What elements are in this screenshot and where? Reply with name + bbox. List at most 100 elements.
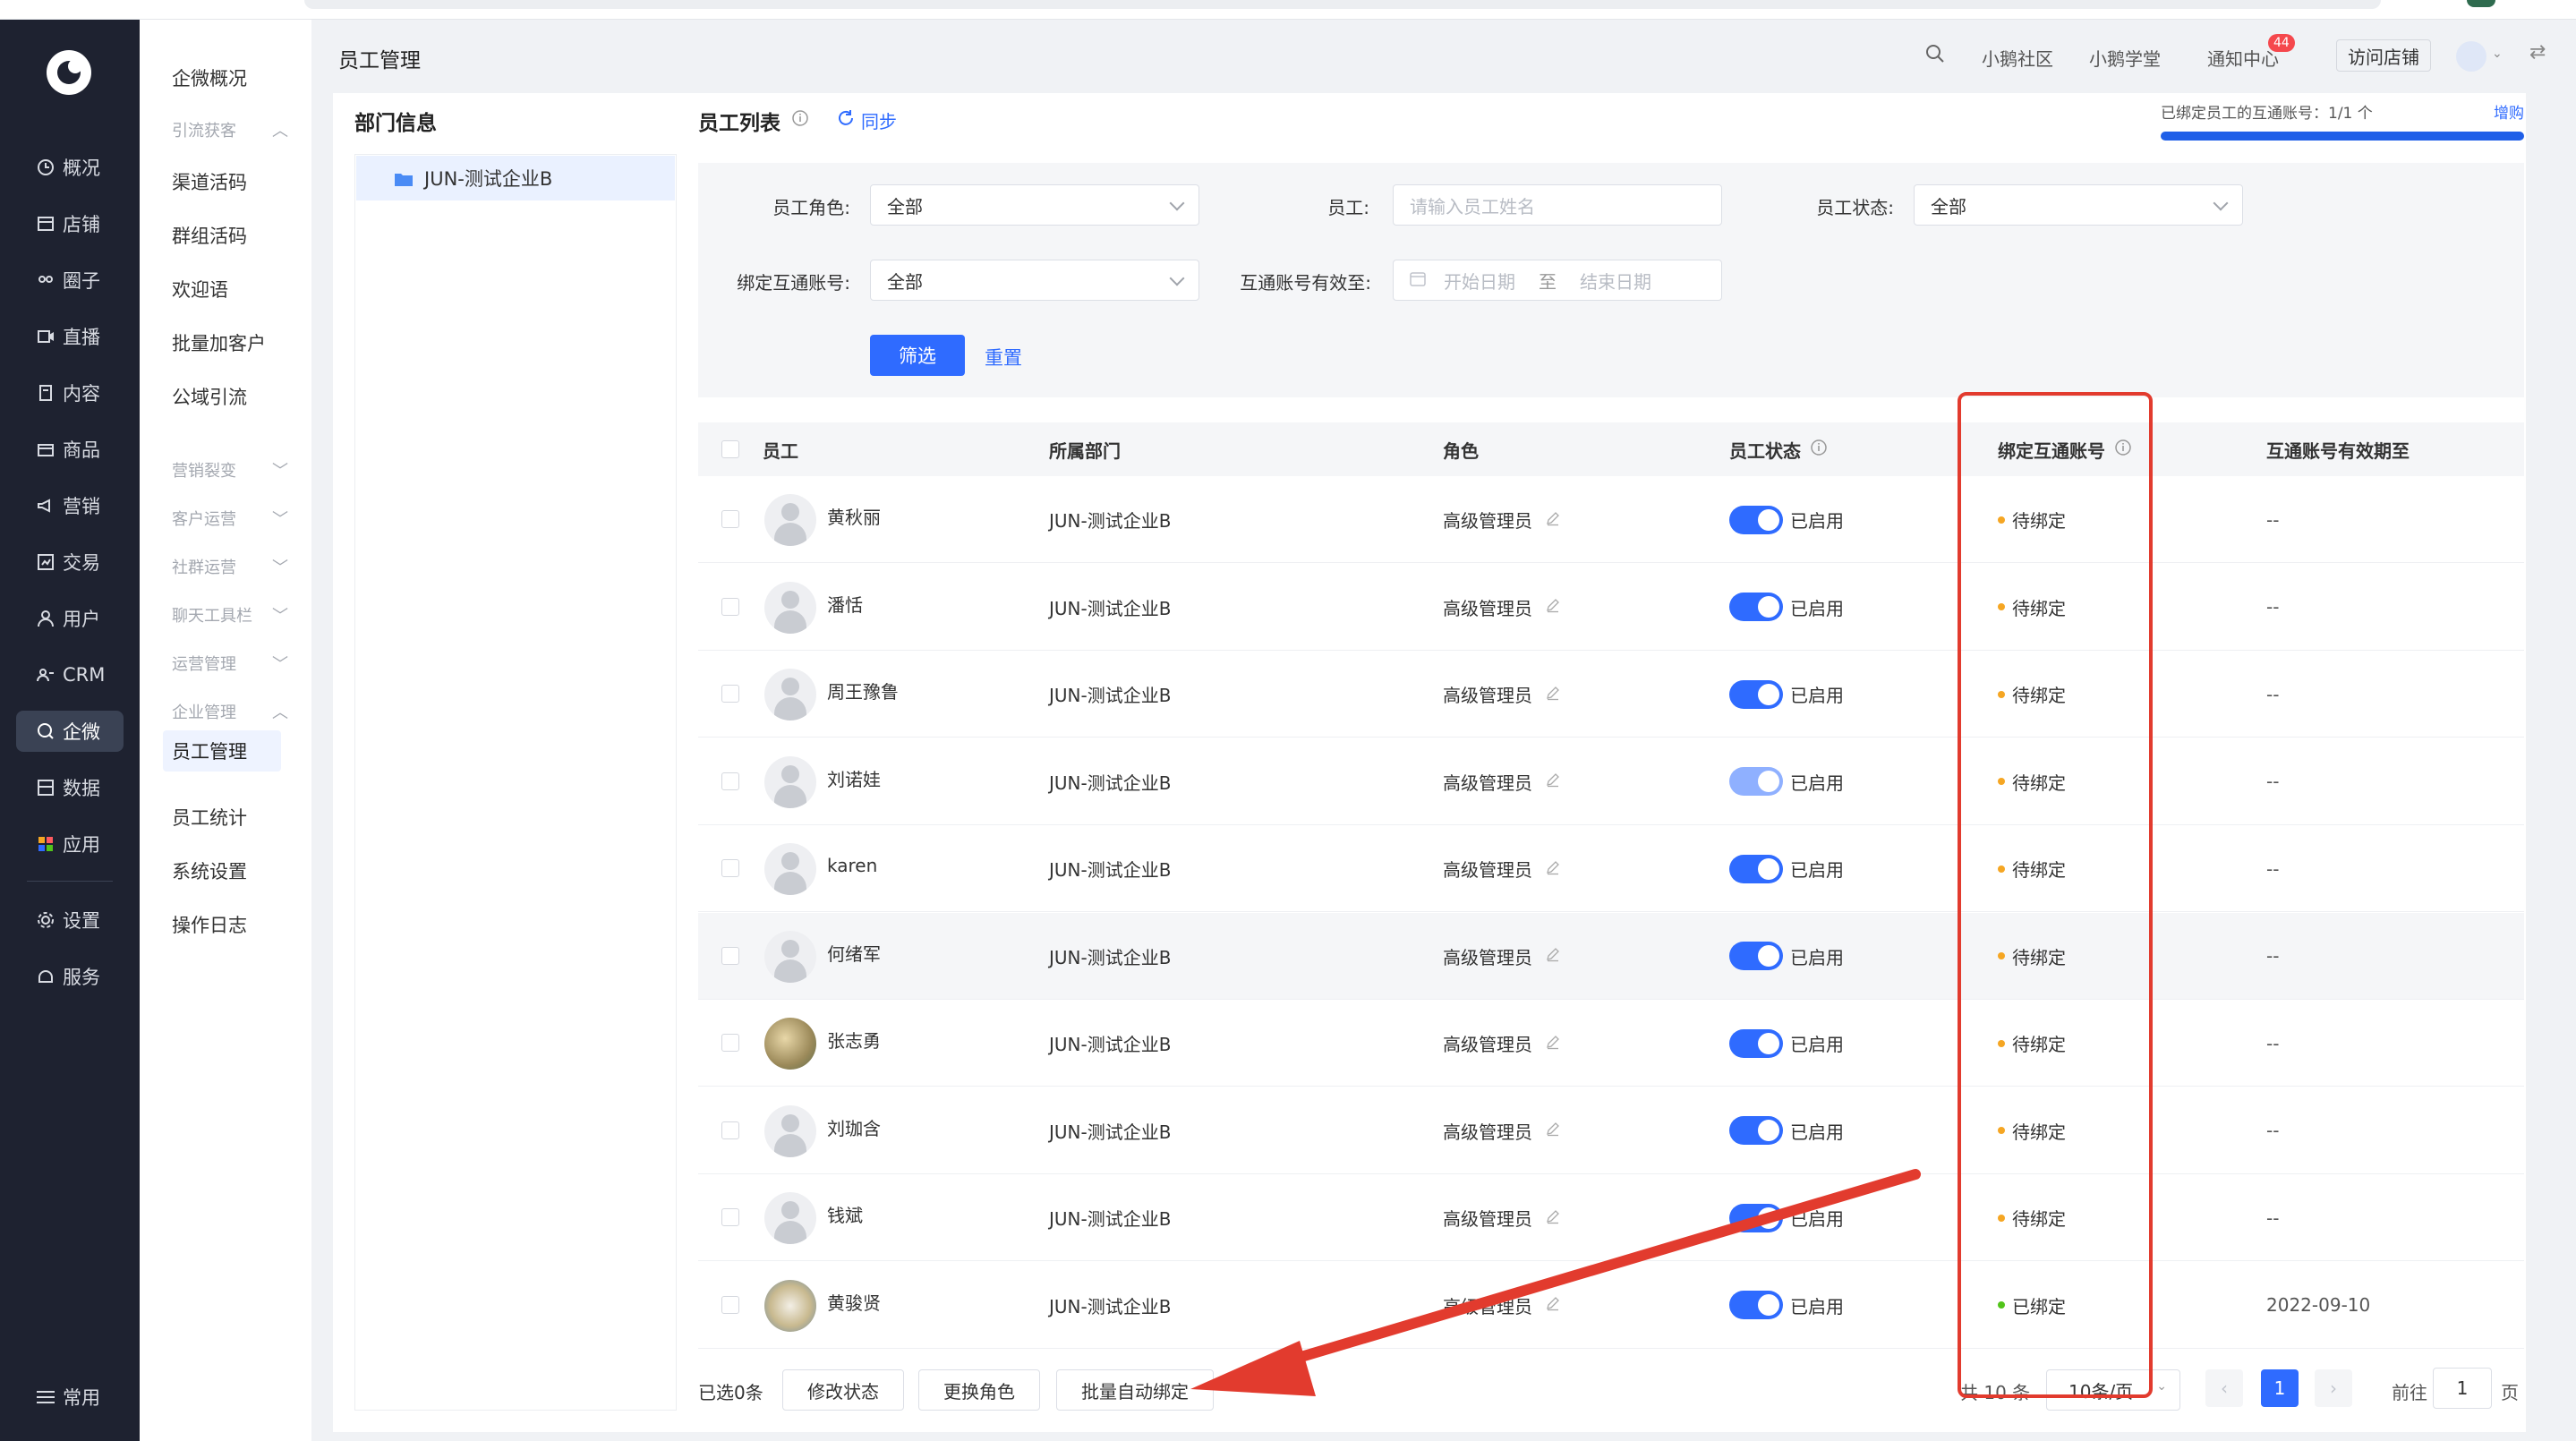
sidebar-item-0[interactable]: 概况 [16,147,124,188]
status-toggle[interactable] [1729,854,1783,883]
status-toggle[interactable] [1729,1116,1783,1145]
submenu-group[interactable]: 运营管理 ﹀ [172,652,288,675]
row-checkbox[interactable] [721,772,739,790]
submenu-item[interactable]: 公域引流 [172,383,247,410]
row-checkbox[interactable] [721,1121,739,1139]
table-row[interactable]: karen JUN-测试企业B 高级管理员 已启用 待绑定 -- [698,825,2524,912]
submenu-item[interactable]: 渠道活码 [172,168,247,195]
row-checkbox[interactable] [721,1295,739,1314]
app-logo[interactable] [47,50,91,95]
info-icon[interactable] [791,109,809,132]
status-toggle[interactable] [1729,1028,1783,1058]
submenu-item[interactable]: 系统设置 [172,857,247,884]
submenu-group-traffic[interactable]: 引流获客 ︿ [172,118,288,141]
staff-name-input[interactable]: 请输入员工姓名 [1393,184,1722,226]
browser-avatar[interactable] [2467,0,2495,7]
status-toggle[interactable] [1729,679,1783,709]
row-checkbox[interactable] [721,685,739,703]
table-row[interactable]: 何绪军 JUN-测试企业B 高级管理员 已启用 待绑定 -- [698,912,2524,1000]
row-checkbox[interactable] [721,1208,739,1226]
edit-icon[interactable] [1545,684,1561,705]
bind-filter-select[interactable]: 全部 [870,260,1199,301]
sidebar-item-3[interactable]: 直播 [16,316,124,357]
role-filter-select[interactable]: 全部 [870,184,1199,226]
sidebar-item-4[interactable]: 内容 [16,372,124,414]
submenu-item[interactable]: 群组活码 [172,222,247,249]
edit-icon[interactable] [1545,771,1561,792]
table-row[interactable]: 刘诺娃 JUN-测试企业B 高级管理员 已启用 待绑定 -- [698,738,2524,825]
sidebar-item-9[interactable]: CRM [16,654,124,695]
sidebar-item-13[interactable]: 设置 [16,900,124,941]
edit-icon[interactable] [1545,1207,1561,1229]
table-row[interactable]: 张志勇 JUN-测试企业B 高级管理员 已启用 待绑定 -- [698,1000,2524,1087]
sidebar-item-2[interactable]: 圈子 [16,260,124,301]
edit-icon[interactable] [1545,945,1561,967]
table-row[interactable]: 周王豫鲁 JUN-测试企业B 高级管理员 已启用 待绑定 -- [698,651,2524,738]
batch-auto-bind-button[interactable]: 批量自动绑定 [1056,1369,1214,1411]
edit-icon[interactable] [1545,858,1561,880]
sidebar-item-14[interactable]: 服务 [16,956,124,997]
info-icon[interactable] [1810,439,1828,461]
status-toggle[interactable] [1729,505,1783,534]
purchase-more-link[interactable]: 增购 [2494,100,2524,123]
edit-icon[interactable] [1545,1294,1561,1316]
status-toggle[interactable] [1729,593,1783,621]
row-checkbox[interactable] [721,510,739,528]
filter-button[interactable]: 筛选 [870,335,965,376]
notification-center-link[interactable]: 通知中心 [2207,45,2279,71]
edit-icon[interactable] [1545,1120,1561,1141]
reset-button[interactable]: 重置 [985,344,1022,371]
table-row[interactable]: 刘珈含 JUN-测试企业B 高级管理员 已启用 待绑定 -- [698,1087,2524,1174]
edit-icon[interactable] [1545,509,1561,531]
search-icon[interactable] [1924,43,1946,69]
date-range-picker[interactable]: 开始日期 至 结束日期 [1393,260,1722,301]
submenu-item[interactable]: 操作日志 [172,911,247,938]
page-1-button[interactable]: 1 [2261,1369,2299,1407]
next-page-button[interactable]: › [2315,1369,2352,1407]
table-row[interactable]: 钱斌 JUN-测试企业B 高级管理员 已启用 待绑定 -- [698,1174,2524,1261]
sidebar-item-10[interactable]: 企微 [16,711,124,752]
sidebar-item-12[interactable]: 应用 [16,823,124,865]
row-checkbox[interactable] [721,597,739,616]
select-all-checkbox[interactable] [721,440,739,458]
switch-icon[interactable]: ⇄ [2529,41,2546,64]
row-checkbox[interactable] [721,946,739,965]
submenu-group[interactable]: 营销裂变 ﹀ [172,458,288,482]
status-toggle[interactable] [1729,1203,1783,1232]
table-row[interactable]: 黄秋丽 JUN-测试企业B 高级管理员 已启用 待绑定 -- [698,476,2524,563]
sidebar-item-common[interactable]: 常用 [16,1377,124,1418]
edit-icon[interactable] [1545,596,1561,618]
goto-page-input[interactable]: 1 [2433,1368,2492,1409]
change-status-button[interactable]: 修改状态 [782,1369,904,1411]
prev-page-button[interactable]: ‹ [2205,1369,2243,1407]
sync-button[interactable]: 同步 [836,107,897,133]
submenu-item[interactable]: 批量加客户 [172,329,266,356]
school-link[interactable]: 小鹅学堂 [2089,45,2161,71]
edit-icon[interactable] [1545,1033,1561,1054]
address-bar[interactable] [304,0,2381,9]
row-checkbox[interactable] [721,859,739,877]
status-toggle[interactable] [1729,767,1783,796]
table-row[interactable]: 潘恬 JUN-测试企业B 高级管理员 已启用 待绑定 -- [698,564,2524,651]
account-avatar[interactable] [2456,41,2486,72]
sidebar-item-1[interactable]: 店铺 [16,203,124,244]
sidebar-item-6[interactable]: 营销 [16,485,124,526]
visit-store-button[interactable]: 访问店铺 [2336,39,2431,72]
sidebar-item-11[interactable]: 数据 [16,767,124,808]
status-filter-select[interactable]: 全部 [1914,184,2243,226]
dept-tree-item[interactable]: JUN-测试企业B [356,156,675,200]
submenu-item[interactable]: 员工统计 [172,804,247,831]
table-row[interactable]: 黄骏贤 JUN-测试企业B 高级管理员 已启用 已绑定 2022-09-10 [698,1262,2524,1349]
sidebar-item-7[interactable]: 交易 [16,541,124,583]
submenu-item[interactable]: 欢迎语 [172,276,228,303]
row-checkbox[interactable] [721,1034,739,1052]
chevron-down-icon[interactable]: ⌄ [2492,47,2503,61]
status-toggle[interactable] [1729,942,1783,970]
submenu-group[interactable]: 客户运营 ﹀ [172,507,288,530]
change-role-button[interactable]: 更换角色 [918,1369,1040,1411]
submenu-group[interactable]: 聊天工具栏 ﹀ [172,603,288,627]
submenu-group-enterprise[interactable]: 企业管理 ︿ [172,700,288,723]
status-toggle[interactable] [1729,1291,1783,1319]
submenu-item[interactable]: 员工管理 [163,730,281,772]
sidebar-item-8[interactable]: 用户 [16,598,124,639]
